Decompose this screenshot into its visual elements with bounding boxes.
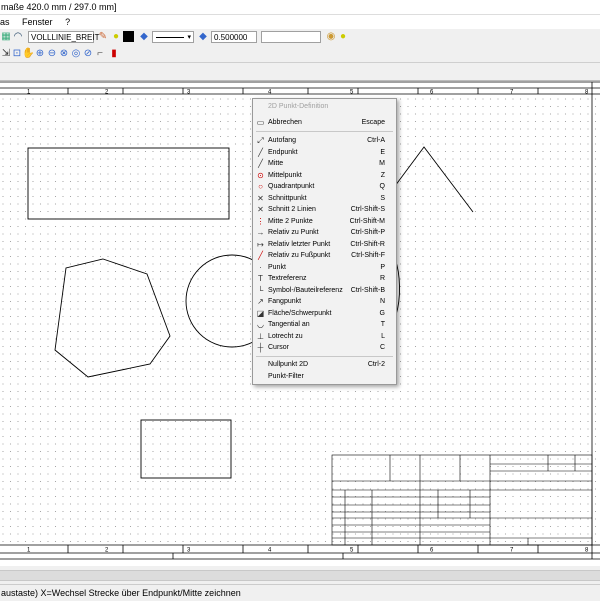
perpendicular-icon: ⊥	[257, 331, 264, 341]
mid2-icon: ⋮	[256, 216, 265, 226]
menu-title: 2D Punkt-Definition	[268, 103, 329, 110]
relative-point-icon: →	[256, 228, 265, 237]
menu-bar: as Fenster ?	[0, 15, 600, 29]
menu-item-relativ-letzter-punkt[interactable]: ↦ Relativ letzter Punkt Ctrl-Shift-R	[253, 239, 396, 250]
menu-item-mitte[interactable]: ╱ Mitte M	[253, 158, 396, 169]
midpoint-icon: ╱	[258, 159, 263, 168]
tangent-icon: ◡	[257, 320, 264, 329]
cancel-icon: ▭	[256, 118, 265, 127]
traffic-light-icon[interactable]: ▮	[108, 48, 120, 60]
linetype-field[interactable]: VOLLLINIE_BREIT	[28, 31, 99, 43]
zoom-out-icon[interactable]: ⊖	[46, 48, 58, 60]
status-text: austaste) X=Wechsel Strecke über Endpunk…	[1, 588, 241, 598]
horizontal-scrollbar[interactable]	[0, 566, 600, 583]
bulb-icon[interactable]: ●	[110, 31, 122, 43]
autofang-icon: ⤢	[257, 136, 264, 145]
layer-icon[interactable]: ▦	[0, 31, 12, 43]
endpoint-icon: ╱	[258, 147, 263, 157]
linestyle-dropdown[interactable]: ▾	[152, 31, 194, 43]
relative-foot-icon: ╱	[258, 251, 263, 260]
menu-item-lotrecht-zu[interactable]: ⊥ Lotrecht zu L	[253, 331, 396, 342]
point-icon: ·	[259, 262, 262, 272]
menu-item-endpunkt[interactable]: ╱ Endpunkt E	[253, 147, 396, 158]
intersection-icon: ✕	[257, 193, 264, 203]
snap-icon: ↗	[257, 297, 264, 306]
zoom-fit-icon[interactable]: ◎	[70, 48, 82, 60]
cursor-icon: ┼	[257, 343, 264, 352]
text-ref-icon: T	[258, 274, 263, 283]
title-bar: maße 420.0 mm / 297.0 mm]	[0, 0, 600, 15]
redraw-icon[interactable]: ⌐	[94, 48, 106, 60]
menu-item-punkt[interactable]: · Punkt P	[253, 262, 396, 273]
menu-item-relativ-zu-fusspunkt[interactable]: ╱ Relativ zu Fußpunkt Ctrl-Shift-F	[253, 250, 396, 261]
zoom-in-icon[interactable]: ⊕	[34, 48, 46, 60]
property-toolbar: ▦ ◠ VOLLLINIE_BREIT ✎ ● ◆ ▾ ◆ 0.500000 ◉…	[0, 29, 600, 47]
menu-item-punkt-filter[interactable]: Punkt-Filter	[253, 371, 396, 382]
menu-item-extras[interactable]: as	[0, 17, 10, 27]
linewidth-icon[interactable]: ◆	[197, 31, 209, 43]
menu-item-schnittpunkt[interactable]: ✕ Schnittpunkt S	[253, 193, 396, 204]
menu-item-fangpunkt[interactable]: ↗ Fangpunkt N	[253, 296, 396, 307]
menu-item-autofang[interactable]: ⤢ Autofang Ctrl-A	[253, 135, 396, 146]
menu-item-cursor[interactable]: ┼ Cursor C	[253, 342, 396, 353]
linewidth-field[interactable]: 0.500000	[211, 31, 257, 43]
color-swatch-icon[interactable]	[123, 31, 134, 42]
point-definition-menu: 2D Punkt-Definition ▭ Abbrechen Escape ⤢…	[252, 98, 397, 385]
window-title: maße 420.0 mm / 297.0 mm]	[1, 2, 117, 12]
menu-item-symbolreferenz[interactable]: └ Symbol-/Bauteilreferenz Ctrl-Shift-B	[253, 285, 396, 296]
menu-item-textreferenz[interactable]: T Textreferenz R	[253, 273, 396, 284]
bulb2-icon[interactable]: ●	[337, 31, 349, 43]
palette-icon[interactable]: ◉	[325, 31, 337, 43]
extra-field[interactable]	[261, 31, 321, 43]
layers-icon[interactable]: ◆	[138, 31, 150, 43]
intersection2-icon: ✕	[257, 205, 264, 214]
menu-item-schnitt-2-linien[interactable]: ✕ Schnitt 2 Linien Ctrl-Shift-S	[253, 204, 396, 215]
view-toolbar: ⇲ ⊡ ✋ ⊕ ⊖ ⊗ ◎ ⊘ ⌐ ▮	[0, 46, 600, 63]
menu-item-relativ-zu-punkt[interactable]: → Relativ zu Punkt Ctrl-Shift-P	[253, 227, 396, 238]
zoom-previous-icon[interactable]: ⊘	[82, 48, 94, 60]
menu-item-nullpunkt-2d[interactable]: Nullpunkt 2D Ctrl-2	[253, 359, 396, 370]
linetype-icon[interactable]: ◠	[12, 31, 24, 43]
relative-last-icon: ↦	[257, 239, 264, 249]
menu-item-quadrantpunkt[interactable]: ○ Quadrantpunkt Q	[253, 181, 396, 192]
status-bar: austaste) X=Wechsel Strecke über Endpunk…	[0, 584, 600, 600]
menu-item-tangential-an[interactable]: ◡ Tangential an T	[253, 319, 396, 330]
chevron-down-icon: ▾	[187, 34, 191, 41]
area-icon: ◪	[256, 308, 265, 318]
menu-item-mitte-2-punkte[interactable]: ⋮ Mitte 2 Punkte Ctrl-Shift-M	[253, 216, 396, 227]
center-icon: ⊙	[257, 170, 264, 180]
pen-icon[interactable]: ✎	[97, 31, 109, 43]
symbol-ref-icon: └	[257, 285, 264, 295]
menu-item-mittelpunkt[interactable]: ⊙ Mittelpunkt Z	[253, 170, 396, 181]
pan-icon[interactable]: ✋	[22, 48, 34, 60]
zoom-all-icon[interactable]: ⊗	[58, 48, 70, 60]
quadrant-icon: ○	[258, 182, 263, 191]
menu-item-fenster[interactable]: Fenster	[22, 17, 53, 27]
menu-item-help[interactable]: ?	[65, 17, 70, 27]
menu-item-cancel[interactable]: ▭ Abbrechen Escape	[253, 117, 396, 128]
menu-item-flaeche-schwerpunkt[interactable]: ◪ Fläche/Schwerpunkt G	[253, 308, 396, 319]
